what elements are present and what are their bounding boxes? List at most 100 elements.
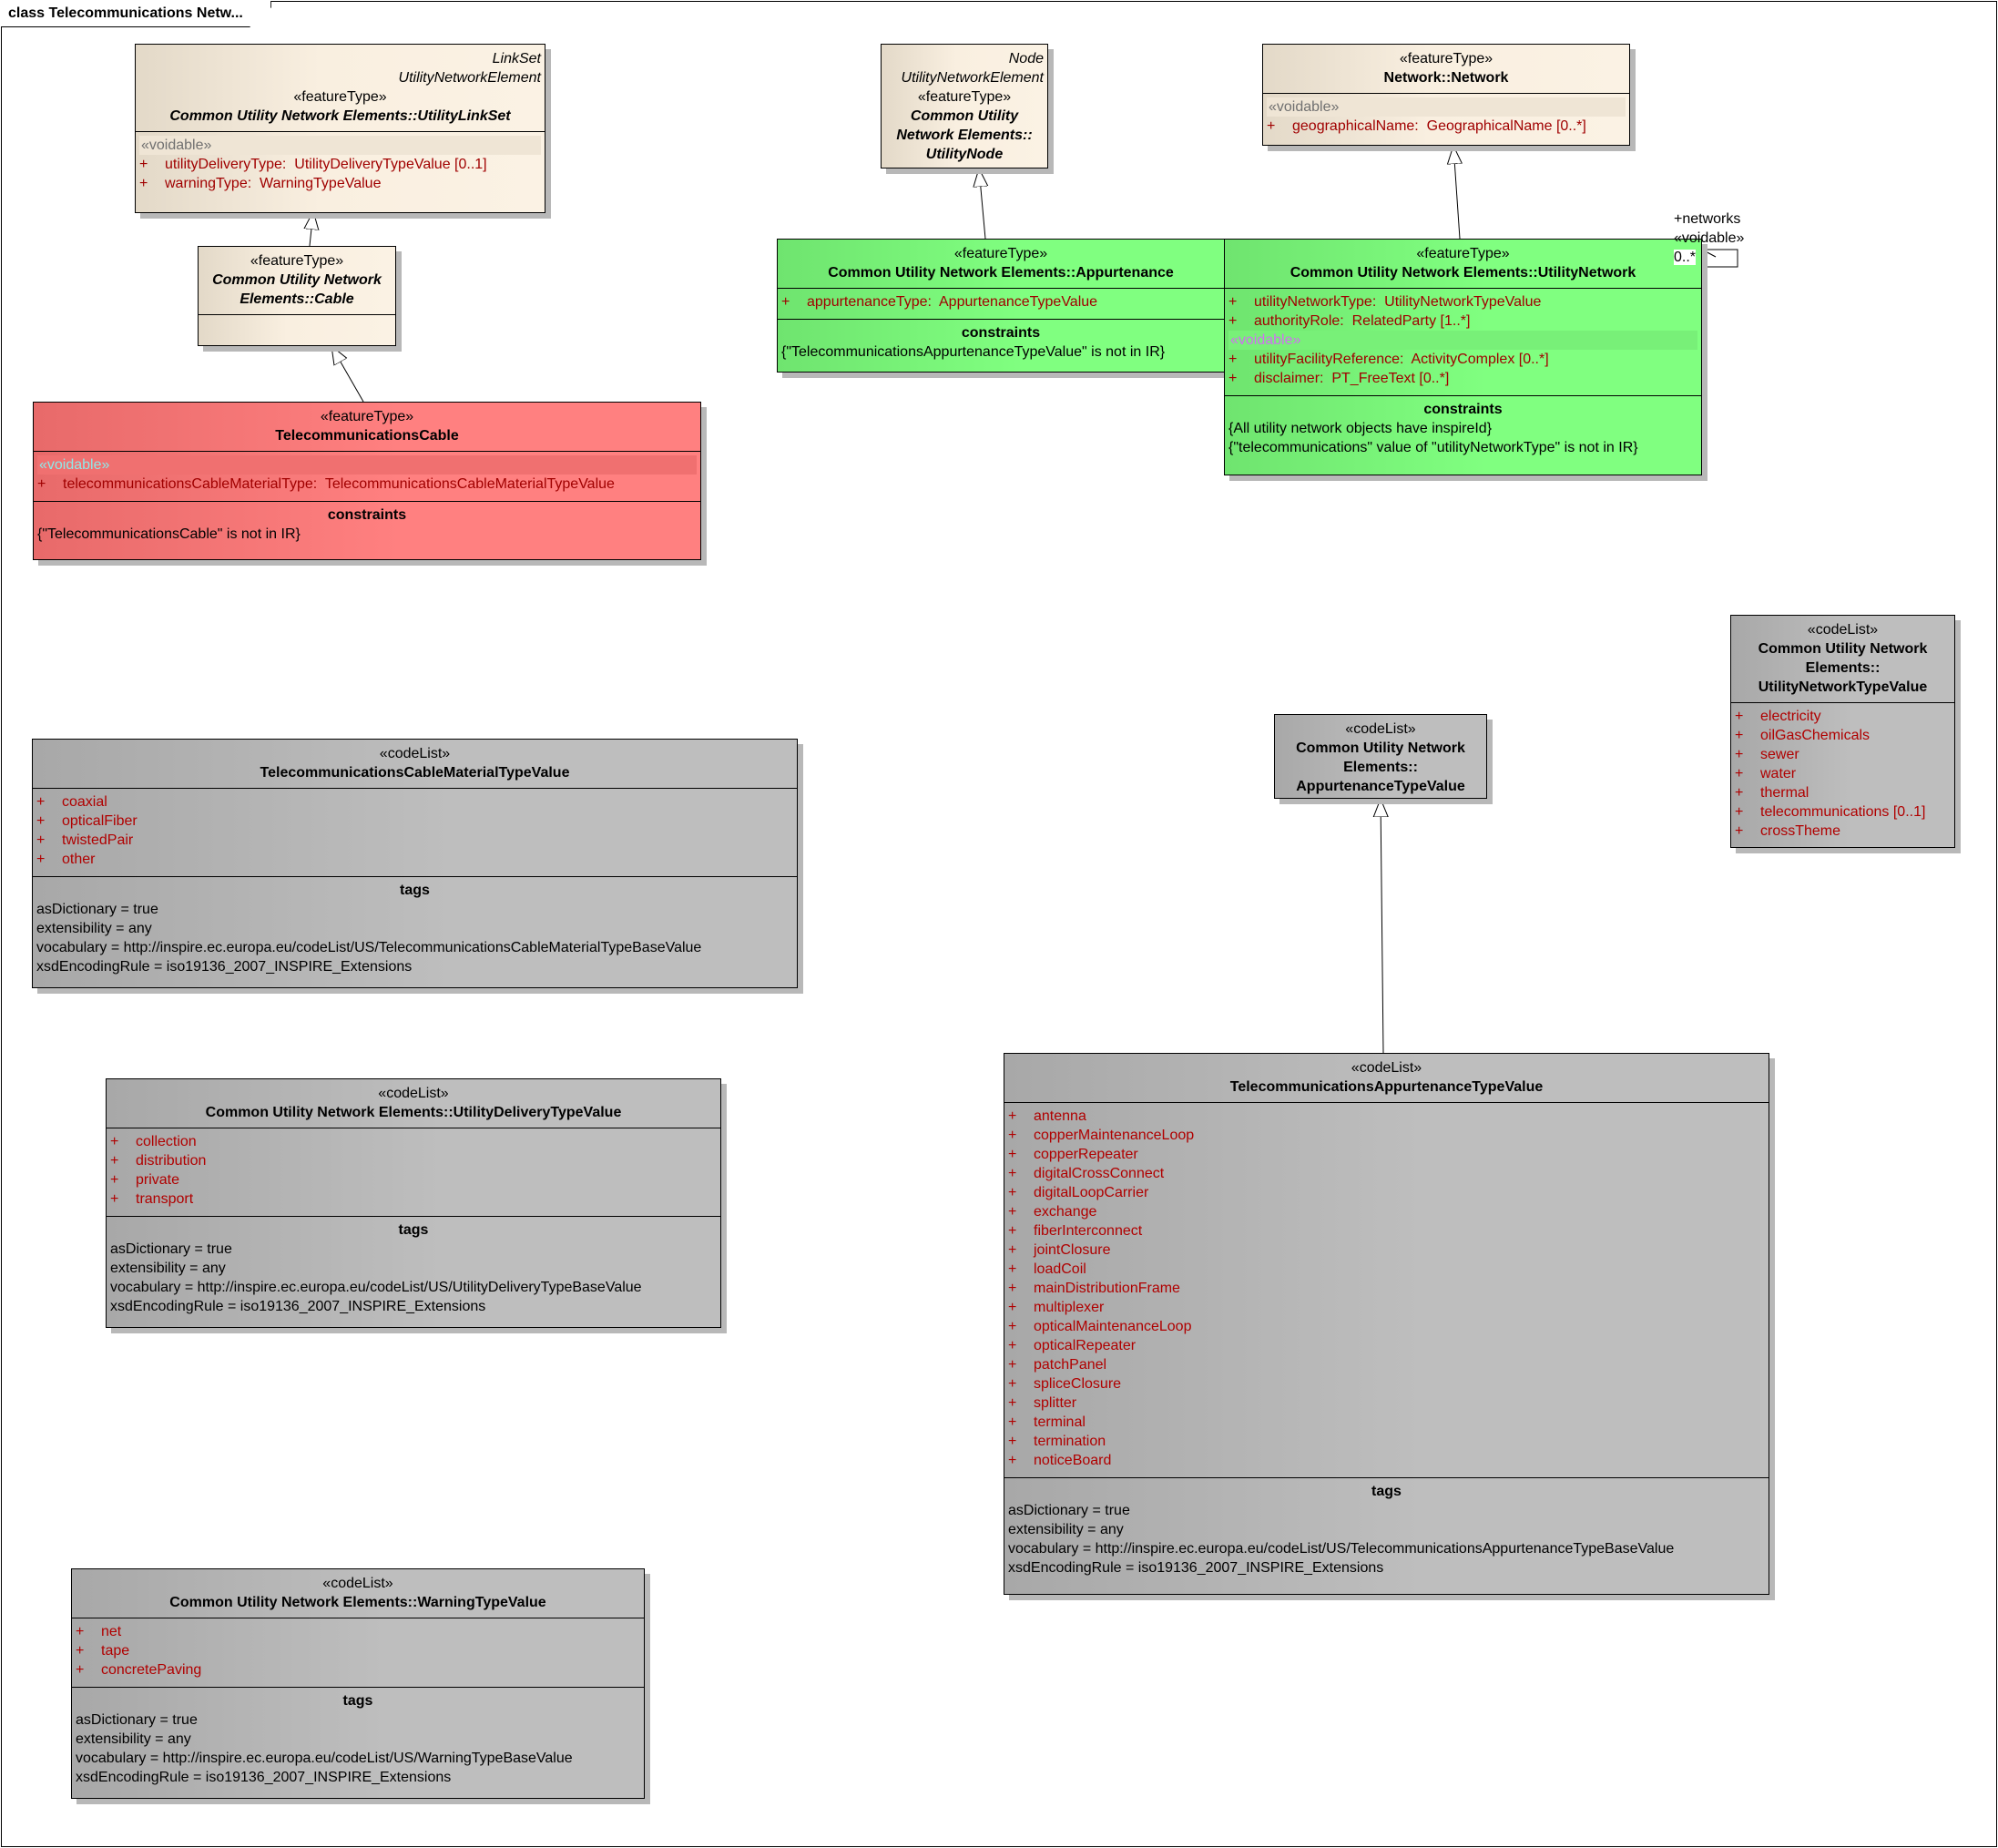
attribute[interactable]: + concretePaving <box>76 1660 640 1680</box>
public-visibility-icon: + <box>36 794 46 810</box>
tags-compartment: tags asDictionary = true extensibility = a… <box>107 1216 720 1323</box>
class-tatv[interactable]: «codeList» TelecommunicationsAppurtenance… <box>1004 1053 1769 1595</box>
attribute[interactable]: + oilGasChemicals <box>1735 726 1951 745</box>
attribute[interactable]: + exchange <box>1008 1202 1765 1221</box>
attribute[interactable]: + opticalMaintenanceLoop <box>1008 1317 1765 1336</box>
public-visibility-icon: + <box>1008 1261 1017 1277</box>
attribute[interactable]: + jointClosure <box>1008 1241 1765 1260</box>
attribute[interactable]: + loadCoil <box>1008 1260 1765 1279</box>
attribute[interactable]: + telecommunicationsCableMaterialType: Te… <box>37 475 697 494</box>
public-visibility-icon: + <box>76 1624 85 1639</box>
attribute[interactable]: + crossTheme <box>1735 822 1951 841</box>
class-linkset[interactable]: LinkSet UtilityNetworkElement «featureType… <box>135 44 545 213</box>
public-visibility-icon: + <box>37 476 46 492</box>
attribute[interactable]: + copperMaintenanceLoop <box>1008 1126 1765 1145</box>
class-cable[interactable]: «featureType» Common Utility Network Elem… <box>198 246 396 346</box>
public-visibility-icon: + <box>1735 785 1744 801</box>
class-header: «featureType» Common Utility Network Elem… <box>778 240 1224 288</box>
generalization-telecable-cable[interactable] <box>331 346 364 403</box>
attribute[interactable]: + digitalCrossConnect <box>1008 1164 1765 1183</box>
parent-name: UtilityNetworkElement <box>901 70 1044 86</box>
attributes-compartment: «voidable» + utilityDeliveryType: UtilityD… <box>136 131 545 200</box>
attribute[interactable]: + opticalRepeater <box>1008 1336 1765 1355</box>
attribute[interactable]: + water <box>1735 764 1951 783</box>
attribute[interactable]: + terminal <box>1008 1413 1765 1432</box>
attribute[interactable]: + fiberInterconnect <box>1008 1221 1765 1241</box>
attribute[interactable]: + utilityNetworkType: UtilityNetworkTypeV… <box>1228 292 1697 311</box>
attribute[interactable]: + noticeBoard <box>1008 1451 1765 1470</box>
attribute[interactable]: + splitter <box>1008 1394 1765 1413</box>
public-visibility-icon: + <box>139 157 148 172</box>
attribute[interactable]: + mainDistributionFrame <box>1008 1279 1765 1298</box>
attribute[interactable]: + digitalLoopCarrier <box>1008 1183 1765 1202</box>
class-appurtenance[interactable]: «featureType» Common Utility Network Elem… <box>777 239 1225 373</box>
public-visibility-icon: + <box>1008 1300 1017 1315</box>
class-utilnetwork[interactable]: «featureType» Common Utility Network Elem… <box>1224 239 1702 475</box>
public-visibility-icon: + <box>76 1643 85 1659</box>
attribute[interactable]: + private <box>110 1170 717 1189</box>
public-visibility-icon: + <box>1008 1185 1017 1200</box>
class-node[interactable]: Node UtilityNetworkElement «featureType» Co… <box>881 44 1048 168</box>
attribute[interactable]: + disclaimer: PT_FreeText [0..*] <box>1228 369 1697 388</box>
attribute[interactable]: + coaxial <box>36 792 793 812</box>
attribute[interactable]: + transport <box>110 1189 717 1209</box>
public-visibility-icon: + <box>36 813 46 829</box>
attribute[interactable]: + geographicalName: GeographicalName [0..… <box>1267 117 1626 136</box>
attribute[interactable]: + distribution <box>110 1151 717 1170</box>
attribute[interactable]: + thermal <box>1735 783 1951 802</box>
tag-value: asDictionary = true <box>76 1712 198 1728</box>
generalization-appurtenance-node[interactable] <box>979 168 985 240</box>
stereotype: «codeList» <box>378 1086 449 1101</box>
diagram-canvas: class Telecommunications Netw... LinkSet… <box>0 0 1998 1848</box>
attribute[interactable]: + sewer <box>1735 745 1951 764</box>
attribute[interactable]: + warningType: WarningTypeValue <box>139 174 541 193</box>
attribute[interactable]: + net <box>76 1622 640 1641</box>
attribute-text: digitalLoopCarrier <box>1034 1185 1149 1200</box>
attribute[interactable]: + antenna <box>1008 1107 1765 1126</box>
class-untv[interactable]: «codeList» Common Utility Network Element… <box>1730 615 1955 848</box>
class-network[interactable]: «featureType» Network::Network «voidable» +… <box>1262 44 1630 146</box>
tag-value: asDictionary = true <box>1008 1503 1130 1518</box>
attribute-text: copperRepeater <box>1034 1147 1138 1162</box>
attribute[interactable]: + utilityDeliveryType: UtilityDeliveryTyp… <box>139 155 541 174</box>
class-telecable[interactable]: «featureType» TelecommunicationsCable «voi… <box>33 402 701 560</box>
attribute[interactable]: + other <box>36 850 793 869</box>
attribute[interactable]: + opticalFiber <box>36 812 793 831</box>
attribute[interactable]: + spliceClosure <box>1008 1374 1765 1394</box>
attributes-compartment: + utilityNetworkType: UtilityNetworkTypeV… <box>1225 288 1701 395</box>
attribute-text: transport <box>136 1191 194 1207</box>
class-header: «codeList» TelecommunicationsAppurtenance… <box>1004 1054 1769 1102</box>
attribute[interactable]: + patchPanel <box>1008 1355 1765 1374</box>
attribute[interactable]: + multiplexer <box>1008 1298 1765 1317</box>
generalization-tatv-atv[interactable] <box>1381 799 1383 1054</box>
attribute-text: termination <box>1034 1434 1106 1449</box>
attribute[interactable]: + copperRepeater <box>1008 1145 1765 1164</box>
attribute-text: appurtenanceType: AppurtenanceTypeValue <box>807 294 1098 310</box>
class-name: Common Utility Network Elements:: Utilit… <box>896 108 1033 162</box>
compartment-title: tags <box>398 1222 429 1238</box>
public-visibility-icon: + <box>1735 804 1744 820</box>
attribute[interactable]: + electricity <box>1735 707 1951 726</box>
tags-compartment: tags asDictionary = true extensibility = a… <box>1004 1477 1769 1585</box>
attribute[interactable]: + authorityRole: RelatedParty [1..*] <box>1228 311 1697 331</box>
attribute[interactable]: + tape <box>76 1641 640 1660</box>
class-wtv[interactable]: «codeList» Common Utility Network Element… <box>71 1568 645 1799</box>
stereotype: «codeList» <box>1807 622 1879 638</box>
class-udtv[interactable]: «codeList» Common Utility Network Element… <box>106 1078 721 1328</box>
attribute[interactable]: + termination <box>1008 1432 1765 1451</box>
attribute[interactable]: + appurtenanceType: AppurtenanceTypeValue <box>781 292 1220 311</box>
association-role: +networks <box>1674 211 1741 227</box>
attribute[interactable]: + utilityFacilityReference: ActivityCompl… <box>1228 350 1697 369</box>
attribute[interactable]: + telecommunications [0..1] <box>1735 802 1951 822</box>
public-visibility-icon: + <box>1228 294 1238 310</box>
class-name: Common Utility Network Elements:: Appurt… <box>1296 740 1465 794</box>
public-visibility-icon: + <box>781 294 790 310</box>
class-atv[interactable]: «codeList» Common Utility Network Element… <box>1274 714 1487 799</box>
voidable-stereotype: «voidable» <box>1267 97 1626 117</box>
attribute[interactable]: + collection <box>110 1132 717 1151</box>
generalization-cable-linkset[interactable] <box>310 211 313 247</box>
attribute[interactable]: + twistedPair <box>36 831 793 850</box>
class-tcmtv[interactable]: «codeList» TelecommunicationsCableMateria… <box>32 739 798 988</box>
generalization-utilnetwork-network[interactable] <box>1453 146 1460 240</box>
attribute-text: copperMaintenanceLoop <box>1034 1128 1195 1143</box>
